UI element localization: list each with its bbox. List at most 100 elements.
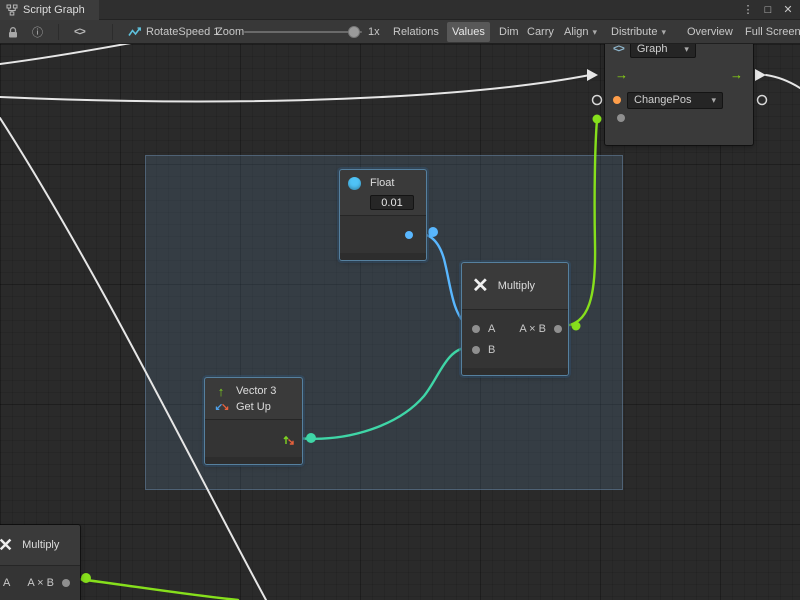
axis-arrows-icon: ↙↘ bbox=[213, 402, 229, 413]
graph-kind-icon: <> bbox=[613, 44, 624, 55]
window-title: Script Graph bbox=[23, 4, 85, 16]
float-value-field[interactable]: 0.01 bbox=[370, 195, 414, 210]
vector3-getup-node[interactable]: ↑ Vector 3 ↙↘ Get Up bbox=[205, 378, 302, 464]
vector3-operation-label: Get Up bbox=[236, 401, 271, 413]
float-node-header: Float 0.01 bbox=[340, 170, 426, 215]
multiply2-output-wire[interactable] bbox=[70, 578, 238, 600]
green-wire-endpoint-end bbox=[593, 115, 602, 124]
vector3-node-ports bbox=[205, 420, 302, 457]
variable-kind-row: <> Graph ▾ bbox=[613, 44, 745, 58]
info-icon[interactable]: ⓘ bbox=[32, 20, 43, 44]
teal-wire-endpoint bbox=[306, 433, 316, 443]
zoom-slider-track[interactable] bbox=[244, 31, 362, 33]
flow-ports-row: → → bbox=[615, 67, 743, 83]
flow-arrow-left-icon[interactable] bbox=[587, 69, 598, 81]
distribute-button[interactable]: Distribute ▾ bbox=[606, 22, 671, 42]
variable-kind-dropdown[interactable]: Graph ▾ bbox=[630, 44, 696, 58]
dropdown-arrow-icon: ▾ bbox=[592, 22, 597, 42]
overview-button[interactable]: Overview bbox=[682, 22, 738, 42]
variable-name-dropdown[interactable]: ChangePos ▾ bbox=[627, 92, 723, 109]
align-button-label: Align bbox=[564, 22, 588, 42]
toolbar-separator bbox=[58, 24, 59, 40]
node-footer bbox=[462, 368, 568, 375]
variable-name-value: ChangePos bbox=[634, 94, 692, 106]
maximize-icon[interactable]: □ bbox=[760, 0, 776, 20]
breadcrumb[interactable]: RotateSpeed 1 bbox=[146, 20, 219, 44]
multiply-icon: ✕ bbox=[472, 276, 489, 296]
distribute-button-label: Distribute bbox=[611, 22, 657, 42]
variable-name-port[interactable] bbox=[613, 96, 621, 104]
carry-button[interactable]: Carry bbox=[522, 22, 559, 42]
multiply-node-header: ✕ Multiply bbox=[462, 263, 568, 309]
flow-in-port-icon[interactable]: → bbox=[615, 67, 628, 83]
multiply-input-a-port[interactable] bbox=[472, 325, 480, 333]
getup-to-multiply-wire[interactable] bbox=[296, 347, 470, 439]
values-button[interactable]: Values bbox=[447, 22, 490, 42]
toolbar-separator bbox=[112, 24, 113, 40]
multiply-node[interactable]: ✕ Multiply A A × B B bbox=[462, 263, 568, 375]
flow-wire-top-left[interactable] bbox=[0, 44, 158, 64]
zoom-label: Zoom bbox=[216, 20, 244, 44]
float-node-title: Float bbox=[370, 177, 394, 189]
relations-button[interactable]: Relations bbox=[388, 22, 444, 42]
port-row-a: A A × B bbox=[462, 318, 568, 339]
set-variable-node[interactable]: <> Graph ▾ → → ChangePos ▾ bbox=[605, 44, 753, 145]
vector3-up-icon: ↑ bbox=[213, 384, 229, 399]
multiply-input-b-label: B bbox=[488, 344, 495, 356]
multiply-node-ports: A A × B B bbox=[462, 310, 568, 368]
float-node-ports bbox=[340, 216, 426, 253]
flow-wire-right[interactable] bbox=[766, 75, 800, 88]
script-graph-window: Script Graph ⋮ □ ✕ ⓘ <> RotateSpeed 1 Zo… bbox=[0, 0, 800, 600]
flow-arrow-right-icon[interactable] bbox=[755, 69, 766, 81]
dropdown-arrow-icon: ▾ bbox=[711, 95, 716, 106]
float-node[interactable]: Float 0.01 bbox=[340, 170, 426, 260]
multiply2-result-label: A × B bbox=[27, 577, 54, 589]
lock-icon-glyph bbox=[7, 26, 19, 39]
window-controls: ⋮ □ ✕ bbox=[740, 0, 800, 20]
unit-zigzag-icon bbox=[128, 20, 142, 44]
value-input-port[interactable] bbox=[617, 114, 625, 122]
multiply2-result-port[interactable] bbox=[62, 579, 70, 587]
variable-kind-value: Graph bbox=[637, 44, 668, 55]
flow-wire-left[interactable] bbox=[0, 75, 590, 101]
blue-wire-endpoint bbox=[428, 227, 438, 237]
float-type-icon bbox=[348, 177, 361, 190]
multiply2-input-a-label: A bbox=[3, 577, 10, 589]
dim-button[interactable]: Dim bbox=[494, 22, 524, 42]
multiply-result-label: A × B bbox=[519, 323, 546, 335]
port-row-a: A A × B bbox=[0, 572, 80, 593]
multiply2-node-header: ✕ Multiply bbox=[0, 525, 80, 565]
titlebar: Script Graph ⋮ □ ✕ bbox=[0, 0, 800, 20]
code-icon[interactable]: <> bbox=[74, 20, 85, 44]
multiply-input-b-port[interactable] bbox=[472, 346, 480, 354]
variable-name-row: ChangePos ▾ bbox=[613, 91, 745, 109]
align-button[interactable]: Align ▾ bbox=[559, 22, 602, 42]
lock-icon[interactable] bbox=[7, 20, 19, 44]
node-footer bbox=[205, 457, 302, 464]
axis-right-icon: ↘ bbox=[221, 402, 227, 413]
fullscreen-button[interactable]: Full Screen bbox=[740, 22, 800, 42]
float-output-port[interactable] bbox=[405, 231, 413, 239]
unconnected-port-left[interactable] bbox=[593, 96, 602, 105]
value-input-row bbox=[617, 114, 745, 122]
script-graph-icon bbox=[6, 4, 18, 16]
graph-toolbar: ⓘ <> RotateSpeed 1 Zoom 1x Relations Val… bbox=[0, 20, 800, 44]
window-tab[interactable]: Script Graph bbox=[0, 0, 99, 20]
port-row-b: B bbox=[462, 339, 568, 360]
vector3-output-port-icon[interactable] bbox=[282, 432, 296, 446]
vector3-node-header: ↑ Vector 3 ↙↘ Get Up bbox=[205, 378, 302, 419]
zoom-slider-handle[interactable] bbox=[348, 26, 360, 38]
multiply-result-port[interactable] bbox=[554, 325, 562, 333]
close-icon[interactable]: ✕ bbox=[780, 0, 796, 20]
kebab-menu-icon[interactable]: ⋮ bbox=[740, 0, 756, 20]
vector3-node-title: Vector 3 bbox=[236, 385, 276, 397]
multiply-node-partial[interactable]: ✕ Multiply A A × B bbox=[0, 525, 80, 600]
flow-out-port-icon[interactable]: → bbox=[730, 67, 743, 83]
multiply2-node-ports: A A × B bbox=[0, 566, 80, 600]
green-wire2-endpoint bbox=[81, 573, 91, 583]
zoom-value: 1x bbox=[368, 20, 380, 44]
multiply2-node-title: Multiply bbox=[22, 539, 59, 551]
unconnected-port-right[interactable] bbox=[758, 96, 767, 105]
graph-canvas[interactable]: <> Graph ▾ → → ChangePos ▾ bbox=[0, 44, 800, 600]
multiply-icon: ✕ bbox=[0, 536, 13, 554]
